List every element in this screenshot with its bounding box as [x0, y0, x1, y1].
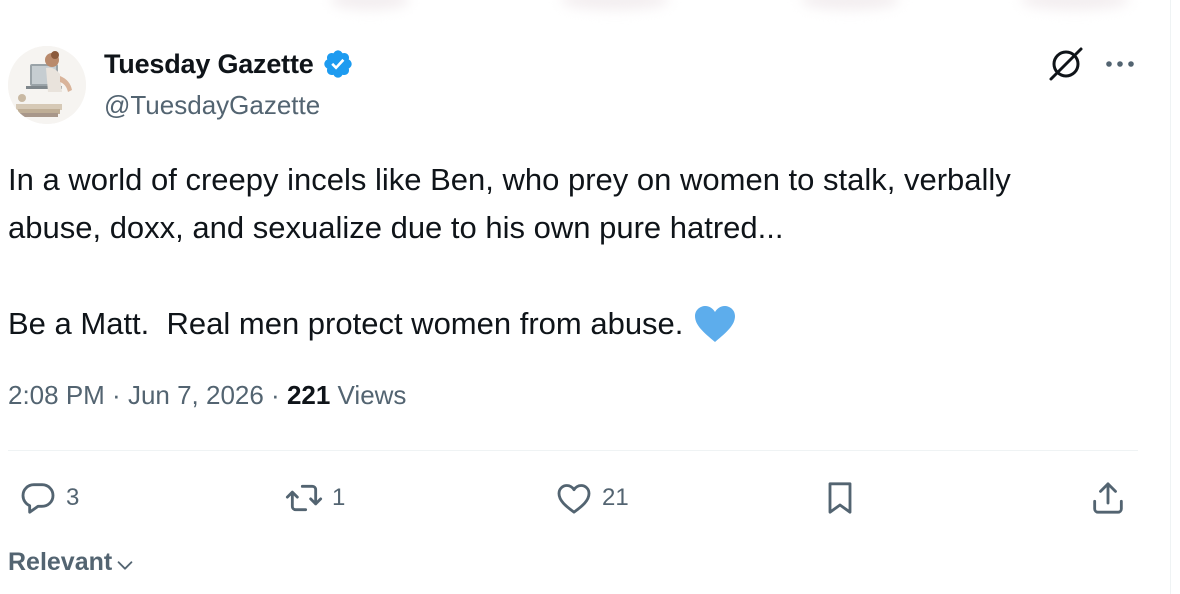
tweet-line-with-emoji: Be a Matt. Real men protect women from a…: [8, 300, 1148, 348]
meta-separator: ·: [263, 380, 287, 410]
blue-heart-icon: [695, 306, 736, 342]
sort-label: Relevant: [8, 548, 113, 576]
share-button[interactable]: [1088, 478, 1128, 518]
tweet-meta: 2:08 PM · Jun 7, 2026 · 221 Views: [8, 380, 406, 411]
like-count: 21: [602, 484, 629, 511]
bookmark-button[interactable]: [820, 478, 860, 518]
divider: [8, 450, 1138, 451]
bookmark-icon: [828, 482, 852, 514]
repost-count: 1: [332, 484, 346, 511]
tweet-line: In a world of creepy incels like Ben, wh…: [8, 162, 1011, 197]
meta-separator: ·: [104, 380, 128, 410]
tweet-text: In a world of creepy incels like Ben, wh…: [8, 156, 1148, 348]
repost-button[interactable]: 1: [284, 478, 345, 518]
tweet-time[interactable]: 2:08 PM: [8, 380, 105, 410]
share-icon: [1093, 482, 1123, 514]
author-display-name[interactable]: Tuesday Gazette: [104, 49, 314, 80]
sort-replies-dropdown[interactable]: Relevant: [8, 548, 136, 577]
avatar[interactable]: [8, 46, 86, 124]
like-button[interactable]: 21: [554, 478, 629, 518]
grok-icon[interactable]: [1046, 44, 1086, 84]
like-icon: [557, 484, 591, 514]
reply-icon: [21, 483, 55, 514]
repost-icon: [285, 484, 323, 512]
author-handle[interactable]: @TuesdayGazette: [104, 90, 320, 121]
reply-button[interactable]: 3: [18, 478, 79, 518]
tweet-date[interactable]: Jun 7, 2026: [128, 380, 264, 410]
tweet-line: Be a Matt. Real men protect women from a…: [8, 306, 684, 341]
chevron-down-icon: [117, 560, 133, 570]
reply-count: 3: [66, 484, 80, 511]
avatar-illustration: [8, 46, 86, 124]
more-options-icon[interactable]: [1102, 50, 1138, 78]
tweet-line: abuse, doxx, and sexualize due to his ow…: [8, 210, 784, 245]
author-name-row: Tuesday Gazette: [104, 48, 354, 80]
previous-content-fade: [0, 0, 1170, 14]
verified-badge-icon[interactable]: [322, 48, 354, 80]
views-count[interactable]: 221: [287, 380, 330, 410]
views-label[interactable]: Views: [330, 380, 407, 410]
timeline-border: [1170, 0, 1171, 594]
